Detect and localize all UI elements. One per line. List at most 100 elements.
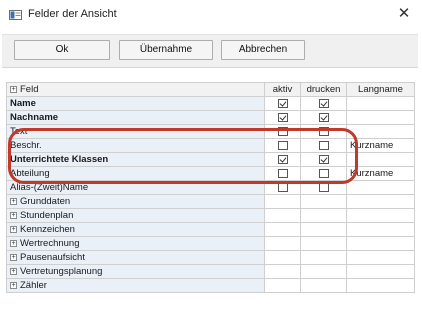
aktiv-cell[interactable]	[264, 138, 301, 153]
column-header-aktiv[interactable]: aktiv	[264, 82, 301, 97]
field-name[interactable]: Alias-(Zweit)Name	[6, 180, 265, 195]
group-row[interactable]: + Grunddaten	[6, 194, 415, 209]
column-header-drucken[interactable]: drucken	[300, 82, 347, 97]
group-row[interactable]: + Stundenplan	[6, 208, 415, 223]
column-header-feld[interactable]: + Feld	[6, 82, 265, 97]
drucken-checkbox[interactable]	[318, 140, 329, 150]
fields-grid: + Feld aktiv drucken Langname Name Nachnam…	[6, 82, 415, 293]
drucken-checkbox[interactable]	[318, 112, 329, 122]
langname-cell[interactable]: Kurzname	[346, 166, 415, 181]
aktiv-cell[interactable]	[264, 180, 301, 195]
drucken-cell	[300, 208, 347, 223]
field-row[interactable]: Unterrichtete Klassen	[6, 152, 415, 167]
field-row[interactable]: Abteilung Kurzname	[6, 166, 415, 181]
group-row[interactable]: + Pausenaufsicht	[6, 250, 415, 265]
langname-cell[interactable]	[346, 110, 415, 125]
group-name-cell[interactable]: + Wertrechnung	[6, 236, 265, 251]
aktiv-cell[interactable]	[264, 96, 301, 111]
expand-icon[interactable]: +	[10, 225, 17, 233]
aktiv-cell	[264, 250, 301, 265]
langname-cell[interactable]	[346, 152, 415, 167]
group-name-cell[interactable]: + Vertretungsplanung	[6, 264, 265, 279]
aktiv-cell[interactable]	[264, 166, 301, 181]
aktiv-cell[interactable]	[264, 152, 301, 167]
drucken-checkbox[interactable]	[318, 182, 329, 192]
drucken-cell[interactable]	[300, 124, 347, 139]
field-row[interactable]: Alias-(Zweit)Name	[6, 180, 415, 195]
aktiv-cell	[264, 236, 301, 251]
drucken-cell	[300, 278, 347, 293]
field-row[interactable]: Nachname	[6, 110, 415, 125]
langname-cell	[346, 222, 415, 237]
aktiv-checkbox[interactable]	[277, 112, 288, 122]
window-app-icon	[9, 10, 22, 20]
aktiv-checkbox[interactable]	[277, 154, 288, 164]
expand-icon[interactable]: +	[10, 211, 17, 219]
langname-cell[interactable]	[346, 96, 415, 111]
field-row[interactable]: Beschr. Kurzname	[6, 138, 415, 153]
aktiv-checkbox[interactable]	[277, 168, 288, 178]
group-label: Stundenplan	[20, 210, 74, 221]
group-name-cell[interactable]: + Grunddaten	[6, 194, 265, 209]
langname-cell	[346, 194, 415, 209]
group-row[interactable]: + Wertrechnung	[6, 236, 415, 251]
group-label: Kennzeichen	[20, 224, 75, 235]
group-row[interactable]: + Zähler	[6, 278, 415, 293]
group-label: Pausenaufsicht	[20, 252, 85, 263]
drucken-cell[interactable]	[300, 138, 347, 153]
close-icon[interactable]: ✕	[394, 4, 414, 24]
langname-cell[interactable]: Kurzname	[346, 138, 415, 153]
aktiv-cell[interactable]	[264, 124, 301, 139]
group-label: Vertretungsplanung	[20, 266, 103, 277]
field-name[interactable]: Beschr.	[6, 138, 265, 153]
langname-cell	[346, 208, 415, 223]
drucken-checkbox[interactable]	[318, 98, 329, 108]
expand-icon[interactable]: +	[10, 267, 17, 275]
uebernahme-button[interactable]: Übernahme	[119, 40, 213, 60]
langname-cell[interactable]	[346, 124, 415, 139]
drucken-cell[interactable]	[300, 110, 347, 125]
drucken-checkbox[interactable]	[318, 154, 329, 164]
expand-icon[interactable]: +	[10, 239, 17, 247]
abbrechen-button[interactable]: Abbrechen	[221, 40, 305, 60]
group-name-cell[interactable]: + Stundenplan	[6, 208, 265, 223]
group-row[interactable]: + Kennzeichen	[6, 222, 415, 237]
group-label: Grunddaten	[20, 196, 71, 207]
drucken-cell[interactable]	[300, 152, 347, 167]
aktiv-checkbox[interactable]	[277, 126, 288, 136]
group-name-cell[interactable]: + Zähler	[6, 278, 265, 293]
aktiv-checkbox[interactable]	[277, 98, 288, 108]
group-name-cell[interactable]: + Kennzeichen	[6, 222, 265, 237]
expand-icon[interactable]: +	[10, 281, 17, 289]
column-header-langname[interactable]: Langname	[346, 82, 415, 97]
drucken-checkbox[interactable]	[318, 168, 329, 178]
ok-button[interactable]: Ok	[14, 40, 110, 60]
field-name[interactable]: Nachname	[6, 110, 265, 125]
field-name[interactable]: Text	[6, 124, 265, 139]
aktiv-cell[interactable]	[264, 110, 301, 125]
group-row[interactable]: + Vertretungsplanung	[6, 264, 415, 279]
drucken-cell[interactable]	[300, 166, 347, 181]
aktiv-cell	[264, 194, 301, 209]
group-name-cell[interactable]: + Pausenaufsicht	[6, 250, 265, 265]
field-row[interactable]: Name	[6, 96, 415, 111]
field-name[interactable]: Abteilung	[6, 166, 265, 181]
group-label: Zähler	[20, 280, 47, 291]
langname-cell[interactable]	[346, 180, 415, 195]
field-row[interactable]: Text	[6, 124, 415, 139]
aktiv-checkbox[interactable]	[277, 140, 288, 150]
drucken-cell[interactable]	[300, 96, 347, 111]
aktiv-checkbox[interactable]	[277, 182, 288, 192]
expand-icon[interactable]: +	[10, 197, 17, 205]
aktiv-cell	[264, 278, 301, 293]
drucken-cell	[300, 250, 347, 265]
expand-icon[interactable]: +	[10, 85, 17, 93]
drucken-checkbox[interactable]	[318, 126, 329, 136]
drucken-cell[interactable]	[300, 180, 347, 195]
expand-icon[interactable]: +	[10, 253, 17, 261]
header-row: + Feld aktiv drucken Langname	[6, 82, 415, 97]
field-name[interactable]: Unterrichtete Klassen	[6, 152, 265, 167]
aktiv-cell	[264, 264, 301, 279]
drucken-cell	[300, 236, 347, 251]
field-name[interactable]: Name	[6, 96, 265, 111]
